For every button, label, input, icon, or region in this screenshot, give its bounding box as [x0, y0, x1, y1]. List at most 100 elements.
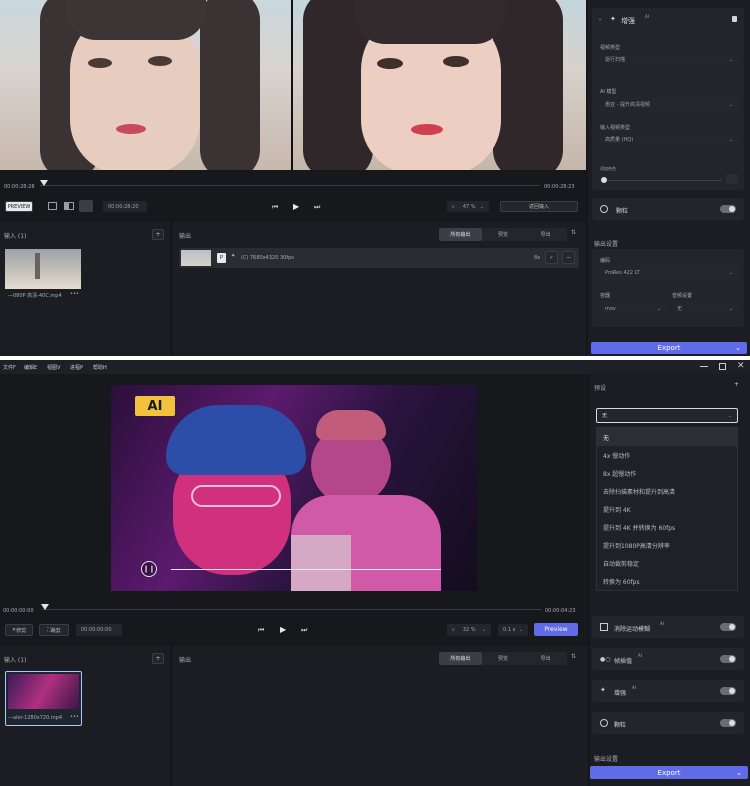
- audio-select[interactable]: 无 ⌄: [672, 301, 738, 316]
- menu-edit[interactable]: 编辑E: [24, 364, 37, 371]
- tab-preview[interactable]: 预览: [482, 228, 525, 241]
- output-row[interactable]: P ✦ (C) 7680x4320 30fps 8x ✓ —: [179, 248, 579, 268]
- video-type-select[interactable]: 逐行扫描 ⌄: [600, 52, 738, 67]
- next-frame-icon[interactable]: ⏭: [301, 626, 307, 635]
- codec-select[interactable]: ProRes 422 LT ⌄: [600, 265, 738, 280]
- container-select[interactable]: mov ⌄: [600, 301, 666, 316]
- more-icon[interactable]: •••: [70, 714, 79, 720]
- prev-frame-icon[interactable]: ⏮: [258, 626, 264, 635]
- motion-blur-toggle[interactable]: [720, 623, 736, 631]
- preset-option[interactable]: 提升到 4K: [597, 500, 737, 518]
- trim-label: 裁剪: [50, 627, 61, 634]
- menu-help[interactable]: 帮助H: [93, 364, 107, 371]
- crop-button[interactable]: ✕ 修剪: [5, 624, 33, 636]
- preview-toggle-button[interactable]: PREVIEW: [5, 201, 33, 212]
- remove-icon[interactable]: —: [562, 251, 575, 264]
- chevron-down-icon[interactable]: ⌄: [598, 16, 602, 22]
- back-to-input-button[interactable]: 返回输入: [500, 201, 578, 212]
- compare-slider-line[interactable]: [171, 569, 441, 570]
- close-icon[interactable]: ✕: [737, 361, 745, 371]
- zoom-select[interactable]: ⌕ 47 % ⌄: [447, 201, 489, 212]
- playhead[interactable]: [41, 604, 49, 610]
- split-view-icon[interactable]: [64, 202, 74, 210]
- person-front-hair: [166, 405, 306, 475]
- export-button[interactable]: Export ⌄: [590, 766, 748, 779]
- grain-row: 颗粒: [592, 712, 744, 734]
- add-preset-icon[interactable]: +: [734, 381, 739, 388]
- grain-row: 颗粒: [592, 198, 744, 220]
- add-input-button[interactable]: +: [152, 229, 164, 240]
- ai-model-select[interactable]: 惠亚 - 提升高清视频 ⌄: [600, 97, 738, 112]
- zoom-value: 47 %: [462, 203, 476, 210]
- frame-interp-toggle[interactable]: [720, 655, 736, 663]
- speed-select[interactable]: 0.1 x ⌄: [498, 624, 528, 636]
- tab-all-outputs[interactable]: 所有输出: [439, 652, 482, 665]
- grain-toggle[interactable]: [720, 205, 736, 213]
- preview-button[interactable]: Preview: [534, 623, 578, 636]
- output-settings-heading: 输出设置: [594, 241, 619, 248]
- export-button[interactable]: Export ⌄: [591, 342, 747, 354]
- tab-all-outputs[interactable]: 所有输出: [439, 228, 482, 241]
- zoom-select[interactable]: ⌕ 32 % ⌄: [447, 624, 491, 636]
- noise-slider-handle[interactable]: [601, 177, 607, 183]
- preview-original: [0, 0, 291, 170]
- output-settings-card: 编码 ProRes 422 LT ⌄ 容器 音频设置 mov ⌄ 无 ⌄: [592, 249, 744, 327]
- pause-icon[interactable]: ❙❙: [141, 561, 157, 577]
- side-by-side-icon[interactable]: [79, 200, 93, 212]
- preset-option[interactable]: 自动裁剪稳定: [597, 554, 737, 572]
- play-icon[interactable]: ▶: [280, 625, 286, 634]
- more-icon[interactable]: •••: [70, 291, 79, 297]
- menu-view[interactable]: 视图V: [47, 364, 60, 371]
- preset-option[interactable]: 提升到1080P高清分辨率: [597, 536, 737, 554]
- add-input-button[interactable]: +: [152, 653, 164, 664]
- input-quality-value: 高质量 (HQ): [605, 137, 634, 143]
- motion-blur-icon: [600, 623, 608, 631]
- tab-export[interactable]: 导出: [524, 228, 567, 241]
- preview-area: AI ❙❙: [0, 374, 588, 596]
- sort-icon[interactable]: ⇅: [571, 229, 576, 236]
- frame-interp-row: ●○ 帧插值 AI: [592, 648, 744, 670]
- noise-slider-value[interactable]: [726, 174, 738, 184]
- preset-option[interactable]: 转换为 60fps: [597, 572, 737, 590]
- preset-option[interactable]: 无: [597, 428, 737, 446]
- output-spec: (C) 7680x4320 30fps: [241, 255, 294, 261]
- hair-right: [493, 0, 563, 170]
- timeline-track[interactable]: [42, 609, 542, 610]
- minimize-icon[interactable]: [700, 366, 708, 367]
- grain-toggle[interactable]: [720, 719, 736, 727]
- timecode-field[interactable]: 00:00:00:00: [76, 624, 122, 636]
- timecode-field[interactable]: 00:00:28:20: [103, 201, 147, 212]
- input-panel: 输入 (1) + —aler-1280x720.mp4 •••: [0, 646, 170, 786]
- maximize-icon[interactable]: [719, 363, 726, 370]
- next-frame-icon[interactable]: ⏭: [314, 203, 320, 212]
- play-icon[interactable]: ▶: [293, 202, 299, 211]
- output-multiplier: 8x: [534, 255, 541, 261]
- chevron-down-icon: ⌄: [728, 101, 733, 108]
- preset-option[interactable]: 去除扫描素材和提升到高清: [597, 482, 737, 500]
- trim-button[interactable]: ⛶ 裁剪: [39, 624, 69, 636]
- preset-option[interactable]: 4x 慢动作: [597, 446, 737, 464]
- chevron-down-icon: ⌄: [728, 269, 733, 276]
- preview-video: AI ❙❙: [111, 385, 477, 591]
- tab-preview[interactable]: 预览: [482, 652, 525, 665]
- timeline-track[interactable]: [40, 185, 540, 186]
- noise-slider-track[interactable]: [602, 180, 722, 181]
- check-icon[interactable]: ✓: [545, 251, 558, 264]
- input-thumbnail[interactable]: —aler-1280x720.mp4 •••: [5, 671, 82, 726]
- enhance-toggle[interactable]: [720, 687, 736, 695]
- input-quality-select[interactable]: 高质量 (HQ) ⌄: [600, 132, 738, 147]
- prev-frame-icon[interactable]: ⏮: [272, 203, 278, 212]
- preset-option[interactable]: 提升到 4K 并转换为 60fps: [597, 518, 737, 536]
- search-icon: ⌕: [452, 203, 455, 210]
- sort-icon[interactable]: ⇅: [571, 653, 576, 660]
- top-window: 00:00:28:28 00:00:28:23 PREVIEW 00:00:28…: [0, 0, 750, 356]
- menu-file[interactable]: 文件F: [3, 364, 16, 371]
- tab-export[interactable]: 导出: [524, 652, 567, 665]
- preset-select[interactable]: 无 ⌄: [596, 408, 738, 423]
- preset-option[interactable]: 8x 超慢动作: [597, 464, 737, 482]
- single-view-icon[interactable]: [48, 202, 57, 210]
- playhead[interactable]: [40, 180, 48, 186]
- menu-process[interactable]: 进程P: [70, 364, 83, 371]
- thumb-image: [8, 674, 79, 709]
- input-thumbnail[interactable]: [5, 249, 81, 289]
